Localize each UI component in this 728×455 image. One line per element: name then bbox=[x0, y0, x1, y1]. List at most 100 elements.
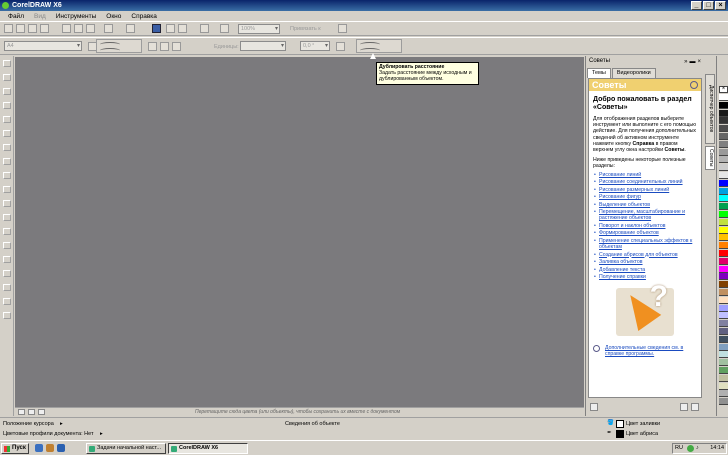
landscape-icon[interactable] bbox=[148, 42, 157, 51]
palette-swatch[interactable] bbox=[719, 117, 728, 125]
eyedropper-tool-icon[interactable] bbox=[3, 270, 11, 277]
palette-swatch[interactable] bbox=[719, 304, 728, 312]
current-page-icon[interactable] bbox=[172, 42, 181, 51]
paper-size-combo[interactable]: A4 bbox=[4, 41, 82, 51]
publish-pdf-icon[interactable] bbox=[200, 24, 209, 33]
tab-videos[interactable]: Видеоролики bbox=[611, 68, 656, 78]
palette-swatch[interactable] bbox=[719, 359, 728, 367]
expand-arrow-icon[interactable]: ▸ bbox=[60, 421, 63, 427]
zoom-level-combo[interactable]: 100% bbox=[238, 24, 280, 34]
palette-swatch[interactable] bbox=[719, 289, 728, 296]
undo-icon[interactable] bbox=[104, 24, 113, 33]
link-shape-objects[interactable]: Формирование объектов bbox=[593, 230, 697, 236]
link-special-effects[interactable]: Применение специальных эффектов к объект… bbox=[593, 238, 697, 250]
crop-tool-icon[interactable] bbox=[3, 88, 11, 95]
link-rotate-skew[interactable]: Поворот и наклон объектов bbox=[593, 223, 697, 229]
side-tab-tips[interactable]: Советы bbox=[705, 146, 715, 170]
open-icon[interactable] bbox=[16, 24, 25, 33]
palette-swatch[interactable] bbox=[719, 320, 728, 328]
palette-swatch[interactable] bbox=[719, 296, 728, 304]
print-icon[interactable] bbox=[40, 24, 49, 33]
palette-swatch[interactable] bbox=[719, 234, 728, 242]
palette-swatch[interactable] bbox=[719, 265, 728, 273]
palette-swatch[interactable] bbox=[719, 211, 728, 218]
forward-icon[interactable] bbox=[691, 403, 699, 411]
start-button[interactable]: Пуск bbox=[1, 443, 29, 454]
connector-tool-icon[interactable] bbox=[3, 228, 11, 235]
link-draw-shapes[interactable]: Рисование фигур bbox=[593, 194, 697, 200]
link-draw-lines[interactable]: Рисование линий bbox=[593, 172, 697, 178]
palette-swatch[interactable] bbox=[719, 140, 728, 148]
palette-swatch[interactable] bbox=[719, 172, 728, 179]
rectangle-tool-icon[interactable] bbox=[3, 144, 11, 151]
task-coreldraw[interactable]: CorelDRAW X6 bbox=[168, 443, 248, 454]
palette-swatch[interactable] bbox=[719, 257, 728, 265]
side-tab-object-manager[interactable]: Диспетчер объектов bbox=[705, 74, 715, 144]
nudge-angle-combo[interactable]: 0,0 ° bbox=[300, 41, 330, 51]
application-launcher-icon[interactable] bbox=[220, 24, 229, 33]
tray-app-icon[interactable] bbox=[687, 445, 694, 452]
palette-swatch[interactable] bbox=[719, 187, 728, 195]
help-icon[interactable] bbox=[690, 81, 698, 89]
nudge-icon[interactable] bbox=[336, 42, 345, 51]
menu-file[interactable]: Файл bbox=[8, 13, 24, 20]
palette-swatch[interactable] bbox=[719, 398, 728, 406]
language-indicator[interactable]: RU bbox=[675, 444, 683, 453]
outline-pen-tool-icon[interactable] bbox=[3, 284, 11, 291]
back-icon[interactable] bbox=[680, 403, 688, 411]
menu-help[interactable]: Справка bbox=[131, 13, 157, 20]
palette-swatch[interactable] bbox=[719, 101, 728, 109]
text-tool-icon[interactable] bbox=[3, 200, 11, 207]
basic-shapes-tool-icon[interactable] bbox=[3, 186, 11, 193]
show-desktop-icon[interactable] bbox=[35, 444, 43, 452]
volume-icon[interactable]: ♪ bbox=[696, 444, 699, 453]
more-info-link[interactable]: Дополнительные сведения см. в справке пр… bbox=[593, 345, 697, 357]
palette-swatch[interactable] bbox=[719, 374, 728, 382]
freehand-tool-icon[interactable] bbox=[3, 116, 11, 123]
palette-swatch[interactable] bbox=[719, 125, 728, 133]
palette-swatch[interactable] bbox=[719, 179, 728, 187]
copy-icon[interactable] bbox=[74, 24, 83, 33]
link-add-text[interactable]: Добавление текста bbox=[593, 267, 697, 273]
outline-color-swatch[interactable] bbox=[616, 430, 624, 438]
link-fill-objects[interactable]: Заливка объектов bbox=[593, 259, 697, 265]
save-icon[interactable] bbox=[28, 24, 37, 33]
palette-swatch[interactable] bbox=[719, 382, 728, 390]
options-icon[interactable] bbox=[338, 24, 347, 33]
palette-swatch[interactable] bbox=[719, 390, 728, 398]
palette-swatch[interactable] bbox=[719, 156, 728, 164]
fill-color-swatch[interactable] bbox=[616, 420, 624, 428]
docker-close-icon[interactable]: × bbox=[697, 59, 703, 65]
palette-swatch[interactable] bbox=[719, 367, 728, 374]
palette-swatch[interactable] bbox=[719, 195, 728, 203]
units-combo[interactable] bbox=[240, 41, 286, 51]
palette-swatch[interactable] bbox=[719, 328, 728, 335]
interactive-fill-tool-icon[interactable] bbox=[3, 312, 11, 319]
palette-swatch[interactable] bbox=[719, 281, 728, 289]
menu-window[interactable]: Окно bbox=[106, 13, 121, 20]
smart-fill-tool-icon[interactable] bbox=[3, 130, 11, 137]
polygon-tool-icon[interactable] bbox=[3, 172, 11, 179]
tab-topics[interactable]: Темы bbox=[587, 68, 611, 78]
redo-icon[interactable] bbox=[126, 24, 135, 33]
palette-arrow-icon[interactable] bbox=[18, 409, 25, 415]
palette-swatch[interactable] bbox=[719, 335, 728, 343]
shape-tool-icon[interactable] bbox=[3, 74, 11, 81]
parallel-dimension-tool-icon[interactable] bbox=[3, 214, 11, 221]
task-initial-setup[interactable]: Задачи начальной наст... bbox=[86, 443, 166, 454]
paste-icon[interactable] bbox=[86, 24, 95, 33]
internet-explorer-icon[interactable] bbox=[57, 444, 65, 452]
minimize-button[interactable]: _ bbox=[691, 1, 702, 10]
snap-to-dropdown[interactable]: Привязать к bbox=[290, 26, 321, 32]
import-icon[interactable] bbox=[166, 24, 175, 33]
duplicate-distance-spinner[interactable] bbox=[356, 39, 402, 53]
page-width-spinner[interactable] bbox=[96, 39, 142, 53]
palette-swatch[interactable] bbox=[719, 94, 728, 101]
link-dimension-lines[interactable]: Рисование размерных линий bbox=[593, 187, 697, 193]
explorer-icon[interactable] bbox=[46, 444, 54, 452]
color-profiles-text[interactable]: Цветовые профили документа: Нет bbox=[3, 431, 94, 437]
maximize-button[interactable]: □ bbox=[703, 1, 714, 10]
eyedropper-icon[interactable] bbox=[28, 409, 35, 415]
palette-swatch[interactable] bbox=[719, 250, 728, 257]
palette-swatch[interactable] bbox=[719, 343, 728, 351]
